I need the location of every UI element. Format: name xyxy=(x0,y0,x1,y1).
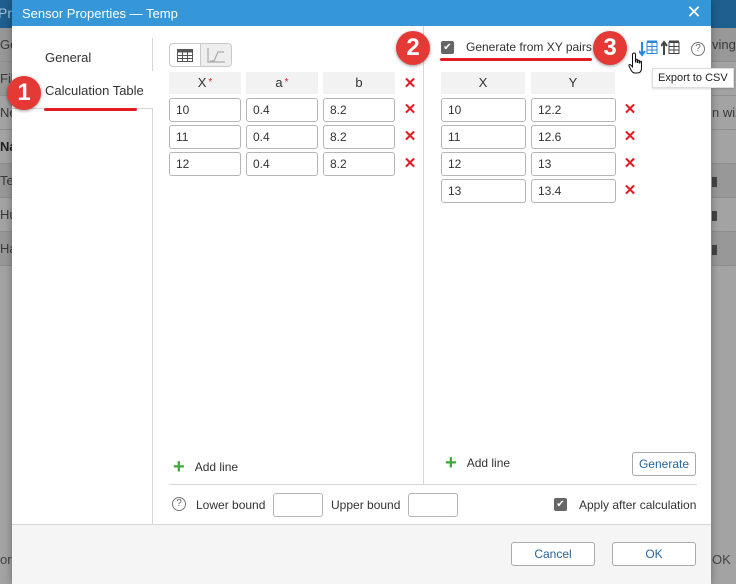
column-header-b: b xyxy=(323,72,395,94)
view-toggle xyxy=(169,43,232,67)
help-icon[interactable]: ? xyxy=(691,42,705,56)
chart-icon xyxy=(207,47,226,63)
calc-a-input[interactable] xyxy=(246,98,318,122)
required-marker: * xyxy=(208,77,213,88)
generate-from-xy-label: Generate from XY pairs xyxy=(466,40,592,54)
calc-b-input[interactable] xyxy=(323,98,395,122)
calc-table-pane: X* a* b ✕ ✕ ✕ ✕ + Add line xyxy=(153,26,424,484)
apply-after-calculation-checkbox[interactable]: ✔ xyxy=(554,498,567,511)
apply-after-calculation-label: Apply after calculation xyxy=(579,498,697,512)
chart-view-button[interactable] xyxy=(200,44,231,66)
generate-from-xy-checkbox[interactable]: ✔ xyxy=(441,40,454,54)
calc-b-input[interactable] xyxy=(323,152,395,176)
column-label: a xyxy=(275,75,283,90)
lower-bound-input[interactable] xyxy=(273,493,323,517)
xy-x-input[interactable] xyxy=(441,152,526,176)
background-ok-text: OK xyxy=(712,552,731,567)
calculation-table-panel: X* a* b ✕ ✕ ✕ ✕ + Add line ✔ xyxy=(153,26,711,524)
sensor-properties-dialog: Sensor Properties — Temp ✕ General Calcu… xyxy=(12,0,711,584)
table-view-button[interactable] xyxy=(170,44,200,66)
column-header-y: Y xyxy=(531,72,615,94)
annotation-underline-1 xyxy=(44,108,137,111)
annotation-badge-1: 1 xyxy=(7,76,41,110)
upper-bound-input[interactable] xyxy=(408,493,458,517)
add-xy-line-button[interactable]: + Add line xyxy=(445,452,511,474)
xy-y-input[interactable] xyxy=(531,125,616,149)
add-line-button[interactable]: + Add line xyxy=(173,456,239,478)
delete-all-rows-icon[interactable]: ✕ xyxy=(403,76,417,91)
column-header-a: a * xyxy=(246,72,318,94)
column-label: b xyxy=(355,75,363,90)
import-csv-icon xyxy=(660,40,680,55)
background-item: n wiz xyxy=(712,96,736,130)
hand-cursor-icon xyxy=(628,52,642,74)
delete-row-icon[interactable]: ✕ xyxy=(403,102,417,117)
calc-x-input[interactable] xyxy=(169,152,241,176)
calc-x-input[interactable] xyxy=(169,98,241,122)
bounds-help-icon[interactable]: ? xyxy=(172,497,186,511)
xy-x-input[interactable] xyxy=(441,179,526,203)
calc-x-input[interactable] xyxy=(169,125,241,149)
sidebar-empty-area xyxy=(12,108,153,524)
cancel-button[interactable]: Cancel xyxy=(511,542,595,566)
calc-a-input[interactable] xyxy=(246,152,318,176)
annotation-badge-3: 3 xyxy=(593,31,627,65)
delete-row-icon[interactable]: ✕ xyxy=(623,183,637,198)
annotation-badge-2: 2 xyxy=(396,31,430,65)
xy-y-input[interactable] xyxy=(531,98,616,122)
bounds-row: ? Lower bound Upper bound ✔ Apply after … xyxy=(169,484,697,524)
background-right-list: ving n wiz xyxy=(712,28,736,266)
delete-row-icon[interactable]: ✕ xyxy=(623,129,637,144)
background-item xyxy=(712,232,736,266)
upper-bound-label: Upper bound xyxy=(331,498,401,512)
delete-row-icon[interactable]: ✕ xyxy=(623,156,637,171)
tab-label: Calculation Table xyxy=(45,83,144,98)
table-icon xyxy=(177,48,194,62)
column-label: X xyxy=(197,75,207,90)
plus-icon: + xyxy=(445,452,457,474)
generate-button[interactable]: Generate xyxy=(632,452,696,476)
background-item xyxy=(712,164,736,198)
column-label: Y xyxy=(568,75,578,90)
close-icon[interactable]: ✕ xyxy=(685,3,703,21)
dialog-titlebar: Sensor Properties — Temp ✕ xyxy=(12,0,711,26)
annotation-underline-2 xyxy=(440,58,592,61)
xy-x-input[interactable] xyxy=(441,98,526,122)
delete-row-icon[interactable]: ✕ xyxy=(403,129,417,144)
lower-bound-label: Lower bound xyxy=(196,498,266,512)
calc-b-input[interactable] xyxy=(323,125,395,149)
add-line-label: Add line xyxy=(194,460,239,474)
delete-row-icon[interactable]: ✕ xyxy=(403,156,417,171)
xy-pairs-pane: ✔ Generate from XY pairs ? X Y ✕ ✕ ✕ xyxy=(425,26,711,484)
background-item: ving xyxy=(712,28,736,62)
background-item xyxy=(712,130,736,164)
tab-label: General xyxy=(45,50,92,65)
add-line-label: Add line xyxy=(466,456,511,470)
background-item xyxy=(712,198,736,232)
xy-y-input[interactable] xyxy=(531,179,616,203)
dialog-title: Sensor Properties — Temp xyxy=(22,6,178,21)
plus-icon: + xyxy=(173,456,185,478)
dialog-footer: Cancel OK xyxy=(12,524,711,584)
required-marker: * xyxy=(284,77,289,88)
xy-y-input[interactable] xyxy=(531,152,616,176)
generate-from-xy-row: ✔ Generate from XY pairs xyxy=(441,40,592,54)
ok-button[interactable]: OK xyxy=(612,542,696,566)
column-header-x: X * xyxy=(169,72,241,94)
import-csv-button[interactable] xyxy=(660,39,681,59)
export-csv-tooltip: Export to CSV xyxy=(652,68,734,88)
calc-a-input[interactable] xyxy=(246,125,318,149)
delete-row-icon[interactable]: ✕ xyxy=(623,102,637,117)
xy-x-input[interactable] xyxy=(441,125,526,149)
column-label: X xyxy=(478,75,488,90)
column-header-x: X xyxy=(441,72,525,94)
